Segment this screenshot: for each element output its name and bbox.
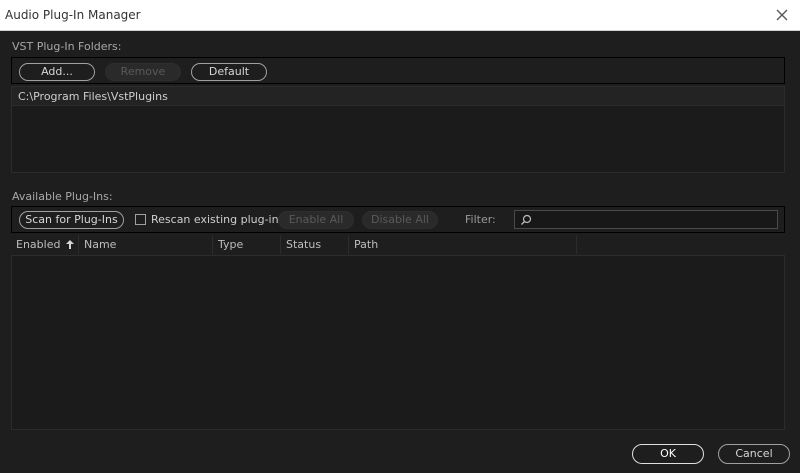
window-title: Audio Plug-In Manager: [5, 8, 141, 22]
filter-input[interactable]: [514, 210, 778, 229]
column-name[interactable]: Name: [79, 235, 213, 254]
folder-list-item[interactable]: C:\Program Files\VstPlugins: [12, 87, 784, 106]
available-plugins-label: Available Plug-Ins:: [12, 190, 113, 203]
rescan-checkbox[interactable]: [135, 214, 146, 225]
vst-folders-toolbar: Add... Remove Default: [11, 57, 785, 84]
sort-ascending-icon: [65, 240, 74, 249]
column-enabled[interactable]: Enabled: [11, 235, 79, 254]
vst-folder-list: C:\Program Files\VstPlugins: [11, 86, 785, 173]
remove-folder-button[interactable]: Remove: [105, 63, 181, 81]
folder-path: C:\Program Files\VstPlugins: [18, 90, 168, 103]
title-bar: Audio Plug-In Manager: [0, 0, 800, 31]
vst-folders-label: VST Plug-In Folders:: [12, 40, 122, 53]
plugins-toolbar: Scan for Plug-Ins Rescan existing plug-i…: [11, 206, 785, 233]
close-icon[interactable]: [772, 5, 792, 25]
scan-plugins-button[interactable]: Scan for Plug-Ins: [19, 211, 124, 229]
plugins-table-body: [11, 255, 785, 430]
column-path[interactable]: Path: [349, 235, 577, 254]
search-icon: [521, 214, 532, 225]
disable-all-button[interactable]: Disable All: [362, 211, 438, 229]
column-enabled-label: Enabled: [16, 238, 61, 251]
default-folder-button[interactable]: Default: [191, 63, 267, 81]
enable-all-button[interactable]: Enable All: [278, 211, 354, 229]
filter-label: Filter:: [465, 213, 496, 226]
rescan-checkbox-label: Rescan existing plug-ins: [151, 213, 285, 226]
column-type[interactable]: Type: [213, 235, 281, 254]
plugins-table-header: Enabled Name Type Status Path: [11, 235, 785, 254]
add-folder-button[interactable]: Add...: [19, 63, 95, 81]
ok-button[interactable]: OK: [632, 444, 704, 464]
column-status[interactable]: Status: [281, 235, 349, 254]
cancel-button[interactable]: Cancel: [718, 444, 790, 464]
